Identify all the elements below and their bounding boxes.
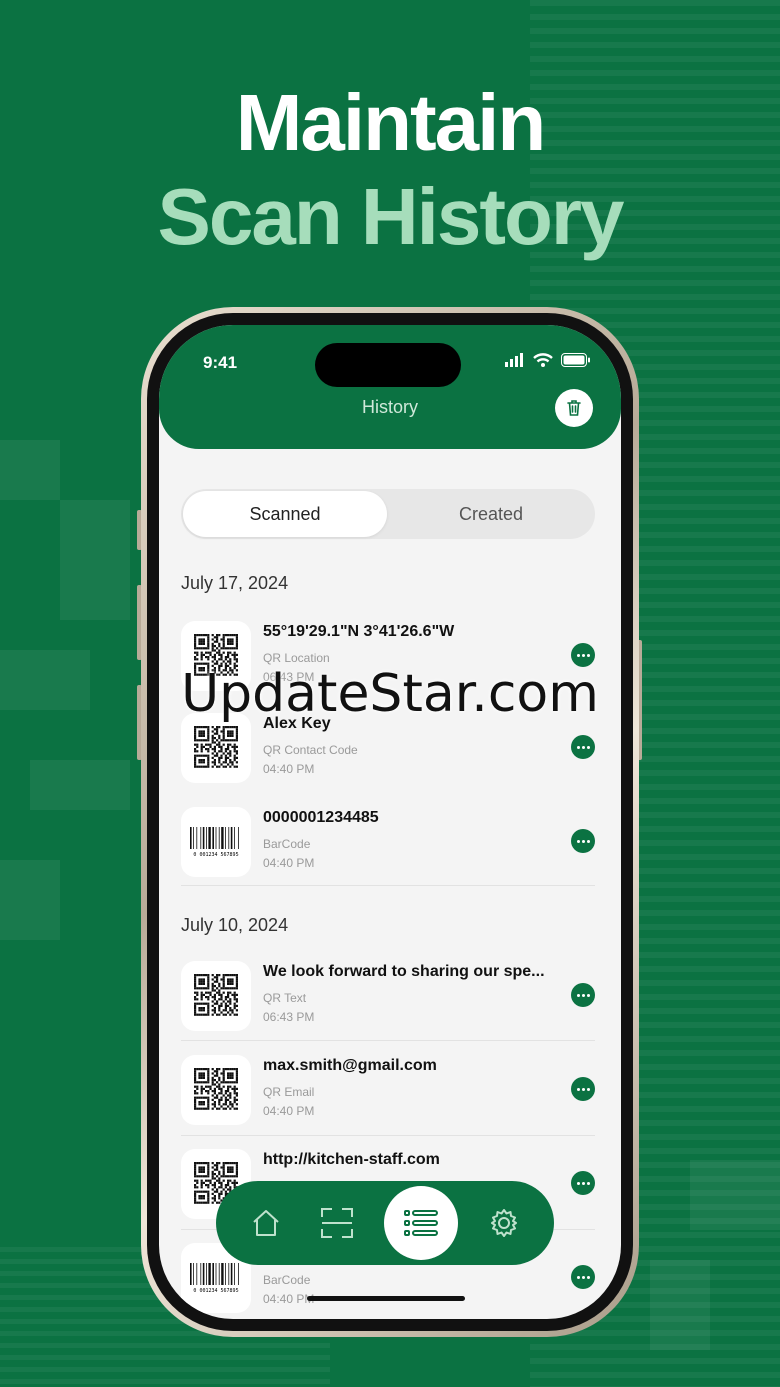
history-item[interactable]: 0 001234 567895 0000001234485 BarCode 04… xyxy=(181,803,595,883)
item-time: 06:43 PM xyxy=(263,1010,315,1024)
background-pixel-block xyxy=(60,500,130,620)
dynamic-island xyxy=(315,343,461,387)
item-time: 04:40 PM xyxy=(263,856,315,870)
item-title: http://kitchen-staff.com xyxy=(263,1151,440,1168)
tab-scanned[interactable]: Scanned xyxy=(183,491,387,537)
app-header: 9:41 History xyxy=(159,325,621,449)
home-indicator[interactable] xyxy=(307,1296,465,1301)
item-type: BarCode xyxy=(263,837,311,851)
item-title: We look forward to sharing our spe... xyxy=(263,963,545,980)
divider xyxy=(181,885,595,886)
item-type: QR Email xyxy=(263,1085,315,1099)
home-icon xyxy=(253,1210,279,1236)
battery-icon xyxy=(561,353,590,367)
headline-line-1: Maintain xyxy=(235,78,546,167)
more-options-button[interactable] xyxy=(571,1077,595,1101)
phone-frame: 9:41 History Scanned Created July 17, 20… xyxy=(141,307,639,1337)
headline-line-2: Scan History xyxy=(157,172,624,261)
bottom-tab-bar xyxy=(216,1181,554,1265)
signal-icon xyxy=(505,353,523,367)
barcode-icon: 0 001234 567895 xyxy=(181,807,251,877)
background-pixel-block xyxy=(690,1160,780,1230)
background-pixel-block xyxy=(0,860,60,940)
item-title: 55°19'29.1"N 3°41'26.6"W xyxy=(263,623,455,640)
more-options-button[interactable] xyxy=(571,983,595,1007)
watermark: UpdateStar.com xyxy=(181,664,599,724)
tab-created[interactable]: Created xyxy=(387,489,595,539)
page-title: History xyxy=(361,397,418,417)
item-time: 04:40 PM xyxy=(263,1104,315,1118)
item-type: BarCode xyxy=(263,1273,311,1287)
more-options-button[interactable] xyxy=(571,1171,595,1195)
history-segment-control: Scanned Created xyxy=(181,489,595,539)
background-pixel-block xyxy=(650,1260,710,1350)
item-type: QR Contact Code xyxy=(263,743,358,757)
phone-bezel: 9:41 History Scanned Created July 17, 20… xyxy=(147,313,633,1331)
more-options-button[interactable] xyxy=(571,1265,595,1289)
divider xyxy=(181,1135,595,1136)
tab-home[interactable] xyxy=(241,1198,291,1248)
svg-text:0 001234 567895: 0 001234 567895 xyxy=(193,852,238,858)
tab-scan[interactable] xyxy=(312,1198,362,1248)
history-item[interactable]: We look forward to sharing our spe... QR… xyxy=(181,957,595,1037)
phone-screen: 9:41 History Scanned Created July 17, 20… xyxy=(159,325,621,1319)
tab-settings[interactable] xyxy=(479,1198,529,1248)
status-icons xyxy=(505,353,591,367)
trash-icon xyxy=(567,400,581,416)
divider xyxy=(181,1040,595,1041)
scan-icon xyxy=(321,1208,354,1238)
history-list-icon xyxy=(403,1210,438,1236)
item-title: max.smith@gmail.com xyxy=(263,1057,437,1074)
history-item[interactable]: max.smith@gmail.com QR Email 04:40 PM xyxy=(181,1051,595,1131)
headline: Maintain Scan History xyxy=(0,78,780,266)
date-header: July 17, 2024 xyxy=(181,573,289,593)
item-type: QR Location xyxy=(263,651,330,665)
background-pixel-block xyxy=(30,760,130,810)
wifi-icon xyxy=(533,353,553,367)
date-header: July 10, 2024 xyxy=(181,915,289,935)
more-options-button[interactable] xyxy=(571,829,595,853)
background-pixel-block xyxy=(0,440,60,500)
svg-text:0 001234 567895: 0 001234 567895 xyxy=(193,1288,238,1294)
qr-code-icon xyxy=(181,1055,251,1125)
item-title: 0000001234485 xyxy=(263,809,379,826)
more-options-button[interactable] xyxy=(571,735,595,759)
clear-history-button[interactable] xyxy=(555,389,593,427)
item-type: QR Text xyxy=(263,991,307,1005)
item-time: 04:40 PM xyxy=(263,762,315,776)
qr-code-icon xyxy=(181,961,251,1031)
settings-gear-icon xyxy=(491,1209,518,1237)
tab-history[interactable] xyxy=(383,1186,458,1260)
status-time: 9:41 xyxy=(203,353,238,372)
